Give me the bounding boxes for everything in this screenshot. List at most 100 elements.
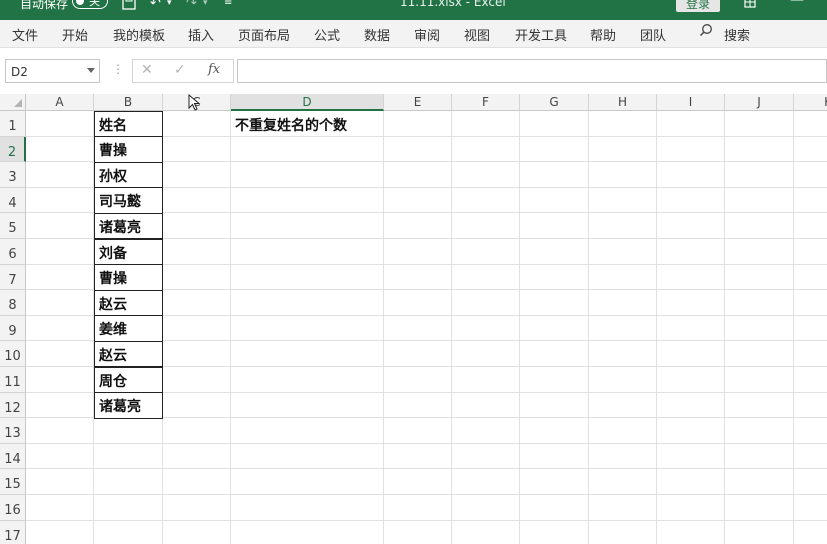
row-header-17[interactable]: 17 [0, 520, 26, 544]
tab-formulas[interactable]: 公式 [314, 25, 340, 44]
row-header-13[interactable]: 13 [0, 418, 26, 444]
ribbon-tabs: 文件 开始 我的模板 插入 页面布局 公式 数据 审阅 视图 开发工具 帮助 团… [0, 20, 827, 48]
row-header-16[interactable]: 16 [0, 495, 26, 521]
customize-qat-icon[interactable]: ≡ [224, 0, 232, 8]
separator-dots-icon: ⋮ [112, 62, 124, 76]
cell-value: 司马懿 [99, 194, 141, 211]
tab-my-templates[interactable]: 我的模板 [113, 25, 165, 44]
chevron-down-icon[interactable] [87, 68, 95, 73]
gridline-horizontal [26, 494, 827, 495]
row-header-9[interactable]: 9 [0, 315, 26, 342]
row-header-1[interactable]: 1 [0, 111, 26, 137]
cell-value: 赵云 [99, 347, 127, 364]
gridline-vertical [588, 111, 589, 544]
cell-b12[interactable]: 诸葛亮 [94, 392, 163, 419]
tab-page-layout[interactable]: 页面布局 [238, 25, 290, 44]
cell-b11[interactable]: 周仓 [94, 366, 163, 394]
gridline-vertical [793, 111, 794, 544]
autosave-label: 自动保存 [20, 0, 69, 11]
column-header-b[interactable]: B [94, 94, 163, 111]
row-header-8[interactable]: 8 [0, 290, 26, 316]
cell-value: 孙权 [99, 168, 127, 185]
column-header-h[interactable]: H [589, 94, 657, 111]
row-header-12[interactable]: 12 [0, 392, 26, 419]
cell-b8[interactable]: 赵云 [94, 289, 163, 317]
cell-b6[interactable]: 刘备 [94, 238, 163, 266]
redo-icon[interactable]: ↷ [186, 0, 197, 11]
tab-help[interactable]: 帮助 [590, 25, 616, 44]
search-label[interactable]: 搜索 [724, 25, 750, 44]
tab-data[interactable]: 数据 [364, 25, 390, 44]
toggle-knob [76, 0, 84, 5]
column-header-g[interactable]: G [520, 94, 589, 111]
cell-b1[interactable]: 姓名 [94, 110, 163, 138]
column-header-a[interactable]: A [26, 94, 94, 111]
cell-value: 赵云 [99, 296, 127, 313]
cell-b7[interactable]: 曹操 [94, 264, 163, 291]
name-box-value: D2 [11, 65, 28, 79]
cell-value: 曹操 [99, 143, 127, 160]
tab-home[interactable]: 开始 [62, 25, 88, 44]
cell-d1[interactable]: 不重复姓名的个数 [235, 115, 347, 135]
undo-icon[interactable]: ↶ [150, 0, 161, 11]
tab-view[interactable]: 视图 [464, 25, 490, 44]
gridline-horizontal [26, 468, 827, 470]
column-header-k[interactable]: K [794, 94, 827, 111]
cancel-icon[interactable]: ✕ [141, 62, 153, 78]
ribbon-display-icon[interactable] [744, 0, 756, 11]
cell-b4[interactable]: 司马懿 [94, 187, 163, 214]
cell-b3[interactable]: 孙权 [94, 161, 163, 189]
gridline-horizontal [26, 519, 827, 521]
column-header-j[interactable]: J [725, 94, 794, 111]
row-header-14[interactable]: 14 [0, 443, 26, 470]
cell-value: 姜维 [99, 322, 127, 339]
login-button[interactable]: 登录 [676, 0, 720, 12]
cell-b5[interactable]: 诸葛亮 [94, 212, 163, 240]
gridline-vertical [656, 111, 657, 544]
row-header-10[interactable]: 10 [0, 341, 26, 367]
tab-file[interactable]: 文件 [12, 25, 38, 44]
cell-b9[interactable]: 姜维 [94, 315, 163, 342]
select-all-button[interactable] [0, 94, 26, 111]
row-header-4[interactable]: 4 [0, 187, 26, 214]
cell-value: 曹操 [99, 271, 127, 288]
autosave-toggle[interactable]: 关 [72, 0, 108, 9]
tab-insert[interactable]: 插入 [188, 25, 214, 44]
cell-value: 诸葛亮 [99, 219, 141, 236]
column-header-f[interactable]: F [452, 94, 520, 111]
row-header-5[interactable]: 5 [0, 213, 26, 239]
cell-value: 姓名 [99, 117, 127, 134]
worksheet-grid[interactable]: ABCDEFGHIJK1234567891011121314151617姓名曹操… [0, 94, 827, 544]
tab-review[interactable]: 审阅 [414, 25, 440, 44]
insert-function-icon[interactable]: fx [208, 62, 220, 77]
row-header-2[interactable]: 2 [0, 136, 26, 163]
select-all-icon [14, 99, 22, 107]
save-icon[interactable] [122, 0, 136, 14]
column-header-e[interactable]: E [384, 94, 452, 111]
redo-dropdown-icon[interactable]: ▾ [203, 0, 208, 8]
cell-b2[interactable]: 曹操 [94, 136, 163, 163]
gridline-horizontal [26, 442, 827, 444]
row-header-6[interactable]: 6 [0, 239, 26, 265]
row-header-7[interactable]: 7 [0, 264, 26, 291]
minimize-icon[interactable]: — [790, 0, 804, 8]
search-icon[interactable] [699, 23, 713, 37]
row-header-3[interactable]: 3 [0, 162, 26, 188]
gridline-vertical [451, 111, 452, 544]
formula-bar: D2 ⋮ ✕ ✓ fx [0, 56, 827, 88]
cell-b10[interactable]: 赵云 [94, 340, 163, 368]
gridline-vertical [519, 111, 520, 544]
undo-dropdown-icon[interactable]: ▾ [167, 0, 172, 8]
row-header-11[interactable]: 11 [0, 367, 26, 393]
tab-team[interactable]: 团队 [640, 25, 666, 44]
column-header-d[interactable]: D [231, 94, 384, 111]
column-header-i[interactable]: I [657, 94, 725, 111]
formula-input[interactable] [237, 59, 827, 83]
tab-developer[interactable]: 开发工具 [515, 25, 567, 44]
mouse-cursor-icon [188, 94, 201, 111]
row-header-15[interactable]: 15 [0, 469, 26, 495]
confirm-icon[interactable]: ✓ [174, 62, 186, 78]
name-box[interactable]: D2 [5, 59, 100, 83]
toggle-state: 关 [89, 0, 100, 8]
gridline-vertical [724, 111, 725, 544]
